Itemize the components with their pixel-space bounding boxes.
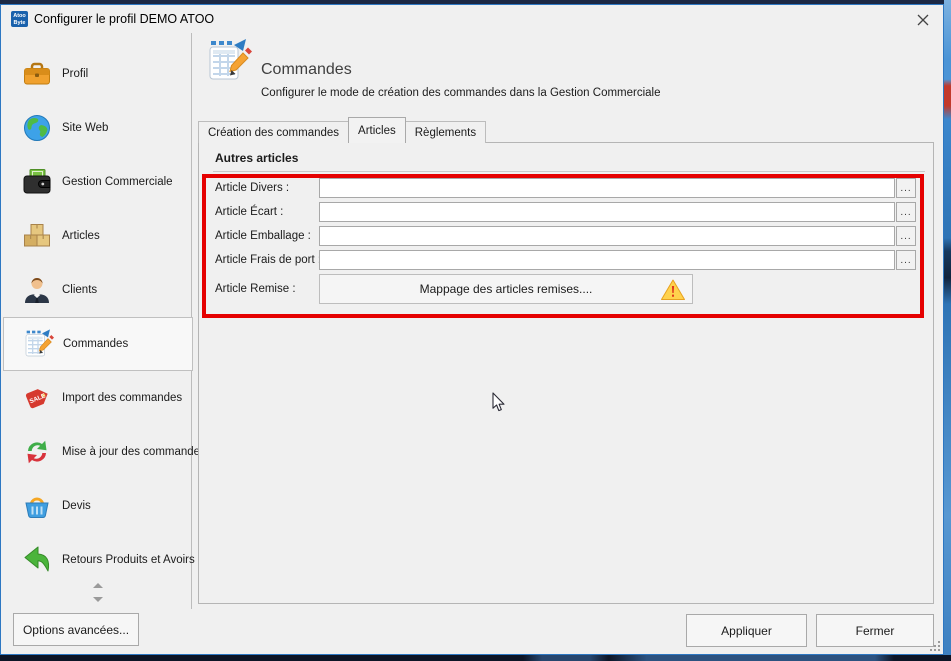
tab-articles[interactable]: Articles: [348, 117, 406, 143]
scroll-down-icon[interactable]: [93, 597, 103, 602]
article-remise-label: Article Remise :: [215, 283, 319, 295]
sidebar-item-label: Site Web: [62, 122, 108, 134]
sidebar-item-site-web[interactable]: Site Web: [3, 101, 192, 155]
basket-icon: [20, 489, 54, 523]
tab-strip: Création des commandes Articles Règlemen…: [198, 117, 485, 143]
sidebar-item-label: Articles: [62, 230, 100, 242]
sale-tag-icon: SALE: [20, 381, 54, 415]
sidebar-item-retours-produits-et-avoirs[interactable]: Retours Produits et Avoirs: [3, 533, 192, 587]
article-divers-label: Article Divers :: [215, 182, 319, 194]
scroll-up-icon[interactable]: [93, 583, 103, 588]
person-icon: [20, 273, 54, 307]
article-emballage-input[interactable]: [319, 226, 895, 246]
sidebar-item-label: Mise à jour des commandes: [62, 446, 206, 458]
sidebar-item-label: Retours Produits et Avoirs: [62, 554, 195, 566]
tab-creation-des-commandes[interactable]: Création des commandes: [198, 121, 349, 143]
sidebar-item-label: Import des commandes: [62, 392, 182, 404]
mappage-articles-remises-button[interactable]: Mappage des articles remises....: [319, 274, 693, 304]
briefcase-icon: [20, 57, 54, 91]
desktop-edge-right: [944, 0, 951, 661]
commandes-header-icon: [204, 37, 252, 85]
sidebar-item-label: Profil: [62, 68, 88, 80]
order-table-pencil-icon: [21, 327, 55, 361]
order-table-pencil-icon: [204, 37, 252, 85]
sidebar-item-clients[interactable]: Clients: [3, 263, 192, 317]
page-subtitle: Configurer le mode de création des comma…: [261, 87, 661, 99]
window-title: Configurer le profil DEMO ATOO: [34, 12, 214, 26]
sidebar-item-commandes[interactable]: Commandes: [3, 317, 193, 371]
form-row: Article Remise : Mappage des articles re…: [215, 273, 693, 305]
article-frais-de-port-input[interactable]: [319, 250, 895, 270]
sidebar-item-gestion-commerciale[interactable]: Gestion Commerciale: [3, 155, 192, 209]
page-title: Commandes: [261, 61, 352, 79]
logo-line1: Atoo: [11, 13, 28, 20]
titlebar[interactable]: Atoo Byte Configurer le profil DEMO ATOO: [1, 5, 943, 33]
resize-grip[interactable]: [929, 639, 941, 657]
taskbar-edge-bottom: [0, 655, 951, 661]
form-row: Article Écart : ...: [215, 201, 916, 223]
sidebar-scroll-arrows: [3, 583, 192, 602]
appliquer-button[interactable]: Appliquer: [686, 614, 807, 647]
article-emballage-browse-button[interactable]: ...: [896, 226, 916, 246]
form-row: Article Frais de port : ...: [215, 249, 916, 271]
article-divers-browse-button[interactable]: ...: [896, 178, 916, 198]
article-ecart-input[interactable]: [319, 202, 895, 222]
logo-line2: Byte: [11, 20, 28, 27]
configure-profile-dialog: Atoo Byte Configurer le profil DEMO ATOO: [0, 4, 944, 655]
sidebar-item-label: Clients: [62, 284, 97, 296]
form-row: Article Emballage : ...: [215, 225, 916, 247]
article-ecart-browse-button[interactable]: ...: [896, 202, 916, 222]
return-arrow-icon: [20, 543, 54, 577]
options-avancees-button[interactable]: Options avancées...: [13, 613, 139, 646]
tab-reglements[interactable]: Règlements: [405, 121, 486, 143]
article-emballage-label: Article Emballage :: [215, 230, 319, 242]
fermer-button[interactable]: Fermer: [816, 614, 934, 647]
screen: Atoo Byte Configurer le profil DEMO ATOO: [0, 0, 951, 661]
sync-arrows-icon: [20, 435, 54, 469]
sidebar-item-profil[interactable]: Profil: [3, 47, 192, 101]
article-ecart-label: Article Écart :: [215, 206, 319, 218]
atoo-byte-logo-icon: Atoo Byte: [11, 11, 28, 27]
sidebar-item-devis[interactable]: Devis: [3, 479, 192, 533]
article-frais-de-port-label: Article Frais de port :: [215, 254, 319, 266]
sidebar-item-label: Commandes: [63, 338, 128, 350]
group-title: Autres articles: [215, 151, 298, 165]
warning-icon: [660, 278, 686, 305]
group-divider: [213, 171, 925, 172]
sidebar-item-articles[interactable]: Articles: [3, 209, 192, 263]
sidebar: Profil Site Web: [3, 33, 192, 609]
article-frais-de-port-browse-button[interactable]: ...: [896, 250, 916, 270]
boxes-icon: [20, 219, 54, 253]
sidebar-item-mise-a-jour-des-commandes[interactable]: Mise à jour des commandes: [3, 425, 192, 479]
article-divers-input[interactable]: [319, 178, 895, 198]
globe-icon: [20, 111, 54, 145]
form-row: Article Divers : ...: [215, 177, 916, 199]
sidebar-item-label: Gestion Commerciale: [62, 176, 173, 188]
sidebar-item-import-des-commandes[interactable]: SALE Import des commandes: [3, 371, 192, 425]
close-icon: [916, 13, 930, 27]
sidebar-item-label: Devis: [62, 500, 91, 512]
mappage-button-label: Mappage des articles remises....: [420, 282, 593, 296]
close-button[interactable]: [907, 8, 939, 31]
wallet-icon: [20, 165, 54, 199]
